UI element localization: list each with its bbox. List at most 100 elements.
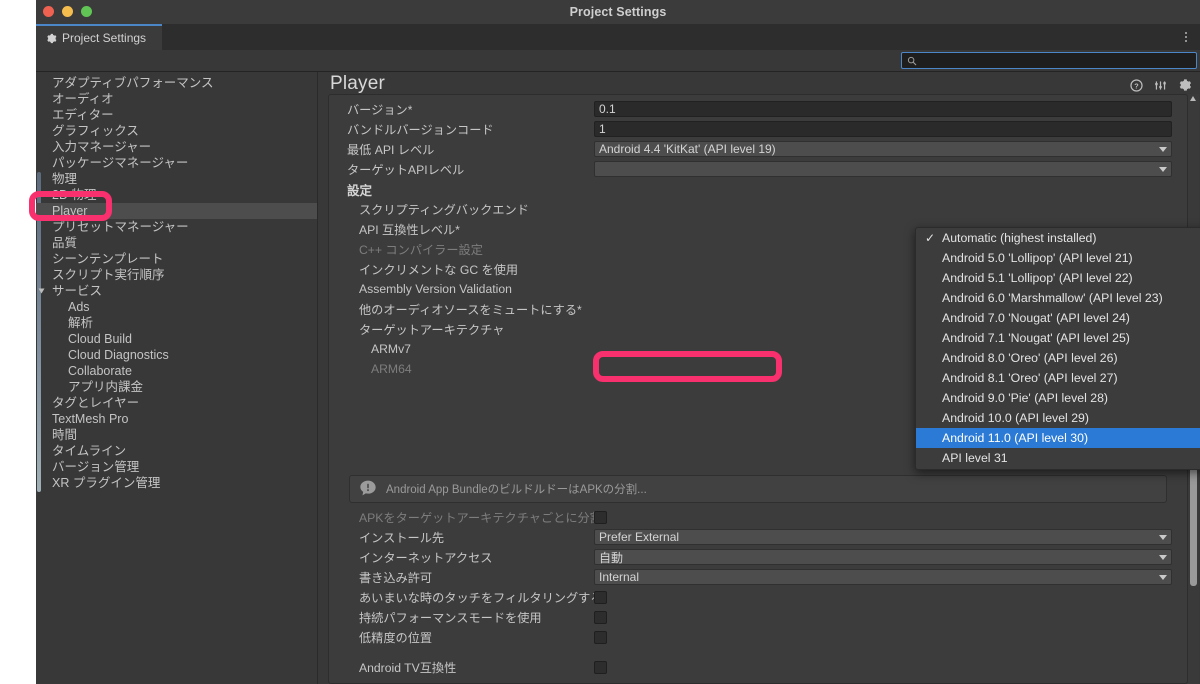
dropdown-field[interactable]: 自動: [594, 549, 1172, 565]
player-settings-panel: Player ? バージョン* 0.1 バンドルバージョンコード 1 最低 AP…: [318, 72, 1200, 684]
settings-row: スクリプティングバックエンド: [329, 199, 1187, 219]
settings-row: Android TV互換性: [329, 657, 1187, 677]
sidebar-item-label: XR プラグイン管理: [52, 476, 161, 490]
dropdown-option-label: Android 5.0 'Lollipop' (API level 21): [942, 251, 1133, 265]
text-field[interactable]: 0.1: [594, 101, 1172, 117]
dropdown-option[interactable]: Android 7.0 'Nougat' (API level 24): [916, 308, 1200, 328]
sidebar-item-11[interactable]: シーンテンプレート: [36, 251, 317, 267]
dropdown-field[interactable]: Android 4.4 'KitKat' (API level 19): [594, 141, 1172, 157]
row-label: 他のオーディオソースをミュートにする*: [359, 303, 582, 317]
sidebar-item-5[interactable]: パッケージマネージャー: [36, 155, 317, 171]
sidebar-item-label: 品質: [52, 236, 78, 250]
sidebar-item-17[interactable]: Cloud Diagnostics: [36, 347, 317, 363]
sidebar-item-label: スクリプト実行順序: [52, 268, 165, 282]
sidebar-item-9[interactable]: プリセットマネージャー: [36, 219, 317, 235]
row-label: バージョン*: [347, 103, 413, 117]
tab-label: Project Settings: [62, 31, 147, 45]
search-box[interactable]: [901, 52, 1197, 69]
checkbox[interactable]: [594, 610, 607, 624]
kebab-menu-icon[interactable]: [1179, 29, 1193, 45]
settings-gear-icon[interactable]: [1178, 78, 1192, 92]
dropdown-field[interactable]: Internal: [594, 569, 1172, 585]
page-title: Player: [330, 73, 386, 94]
sidebar-item-8[interactable]: Player: [36, 203, 317, 219]
sidebar-item-label: サービス: [52, 284, 103, 298]
sidebar-item-22[interactable]: 時間: [36, 427, 317, 443]
text-field[interactable]: 1: [594, 121, 1172, 137]
dropdown-option[interactable]: Android 6.0 'Marshmallow' (API level 23): [916, 288, 1200, 308]
sidebar-item-label: Player: [52, 204, 88, 218]
sidebar-item-4[interactable]: 入力マネージャー: [36, 139, 317, 155]
row-label: 設定: [347, 183, 373, 198]
sidebar-item-24[interactable]: バージョン管理: [36, 459, 317, 475]
sidebar-item-21[interactable]: TextMesh Pro: [36, 411, 317, 427]
sidebar-item-23[interactable]: タイムライン: [36, 443, 317, 459]
project-settings-window: Project Settings Project Settings アダプティブ…: [36, 0, 1200, 684]
dropdown-option[interactable]: Android 9.0 'Pie' (API level 28): [916, 388, 1200, 408]
field-value: 0.1: [599, 102, 616, 116]
window-titlebar: Project Settings: [36, 0, 1200, 24]
sidebar-item-10[interactable]: 品質: [36, 235, 317, 251]
dropdown-option[interactable]: Android 11.0 (API level 30): [916, 428, 1200, 448]
sidebar-list: アダプティブパフォーマンス オーディオ エディター グラフィックス 入力マネージャー パッ…: [36, 75, 317, 491]
sidebar-item-label: タグとレイヤー: [52, 396, 140, 410]
row-label: バンドルバージョンコード: [347, 123, 494, 137]
sidebar-item-label: アダプティブパフォーマンス: [52, 76, 214, 90]
sidebar-item-18[interactable]: Collaborate: [36, 363, 317, 379]
field-value: 1: [599, 122, 606, 136]
row-label: ARMv7: [371, 342, 411, 356]
dropdown-option[interactable]: Android 7.1 'Nougat' (API level 25): [916, 328, 1200, 348]
dropdown-field[interactable]: Prefer External: [594, 529, 1172, 545]
sidebar-item-label: 2D 物理: [52, 188, 97, 202]
sidebar-item-13[interactable]: サービス: [36, 283, 317, 299]
target-api-level-dropdown[interactable]: ✓ Automatic (highest installed) Android 5.…: [915, 227, 1200, 470]
dropdown-option[interactable]: Android 8.0 'Oreo' (API level 26): [916, 348, 1200, 368]
help-icon[interactable]: ?: [1130, 78, 1143, 92]
dropdown-option[interactable]: Android 5.1 'Lollipop' (API level 22): [916, 268, 1200, 288]
svg-text:?: ?: [1134, 81, 1139, 90]
warning-bubble-icon: [358, 479, 378, 499]
settings-row: あいまいな時のタッチをフィルタリングする: [329, 587, 1187, 607]
dropdown-option[interactable]: API level 31: [916, 448, 1200, 468]
sidebar-item-25[interactable]: XR プラグイン管理: [36, 475, 317, 491]
sidebar-item-20[interactable]: タグとレイヤー: [36, 395, 317, 411]
field-value: 自動: [599, 550, 624, 565]
sidebar-item-15[interactable]: 解析: [36, 315, 317, 331]
sidebar-item-19[interactable]: アプリ内課金: [36, 379, 317, 395]
sidebar-item-3[interactable]: グラフィックス: [36, 123, 317, 139]
gear-icon: [46, 33, 57, 44]
row-label: ターゲットAPIレベル: [347, 163, 465, 177]
dropdown-option[interactable]: Android 10.0 (API level 29): [916, 408, 1200, 428]
sidebar-item-6[interactable]: 物理: [36, 171, 317, 187]
tab-project-settings[interactable]: Project Settings: [36, 24, 163, 50]
checkbox[interactable]: [594, 510, 607, 524]
sidebar-item-14[interactable]: Ads: [36, 299, 317, 315]
checkbox[interactable]: [594, 660, 607, 674]
sidebar-item-12[interactable]: スクリプト実行順序: [36, 267, 317, 283]
sidebar-item-2[interactable]: エディター: [36, 107, 317, 123]
preset-icon[interactable]: [1154, 79, 1167, 92]
row-label: インストール先: [359, 531, 445, 545]
dropdown-option[interactable]: Android 5.0 'Lollipop' (API level 21): [916, 248, 1200, 268]
chevron-down-icon: [1159, 146, 1167, 152]
checkbox[interactable]: [594, 630, 607, 644]
dropdown-option[interactable]: ✓ Automatic (highest installed): [916, 228, 1200, 248]
sidebar-item-7[interactable]: 2D 物理: [36, 187, 317, 203]
row-label: ターゲットアーキテクチャ: [359, 323, 505, 337]
scroll-up-arrow-icon[interactable]: [1190, 96, 1196, 101]
sidebar-item-label: プリセットマネージャー: [52, 220, 189, 234]
dropdown-option-label: Android 7.0 'Nougat' (API level 24): [942, 311, 1130, 325]
dropdown-field[interactable]: [594, 161, 1172, 177]
sidebar-item-1[interactable]: オーディオ: [36, 91, 317, 107]
row-label: 最低 API レベル: [347, 143, 435, 157]
dropdown-option[interactable]: Android 8.1 'Oreo' (API level 27): [916, 368, 1200, 388]
dropdown-option-label: Android 10.0 (API level 29): [942, 411, 1089, 425]
settings-row: APKをターゲットアーキテクチャごとに分割: [329, 507, 1187, 527]
chevron-down-icon[interactable]: [38, 288, 52, 294]
search-input[interactable]: [921, 54, 1196, 67]
row-label: C++ コンパイラー設定: [359, 243, 483, 257]
sidebar-item-0[interactable]: アダプティブパフォーマンス: [36, 75, 317, 91]
sidebar-item-16[interactable]: Cloud Build: [36, 331, 317, 347]
checkbox[interactable]: [594, 590, 607, 604]
search-icon: [907, 56, 917, 66]
